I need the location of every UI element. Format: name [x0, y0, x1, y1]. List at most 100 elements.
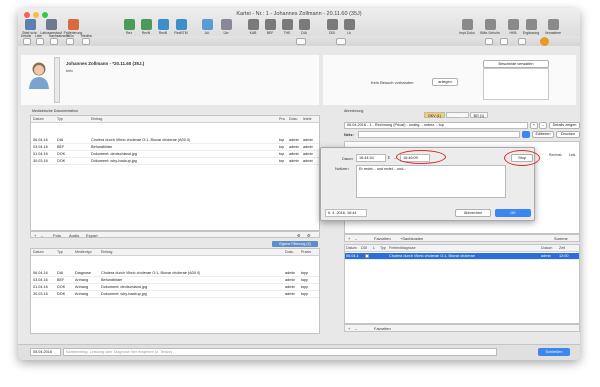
medication-button[interactable] — [82, 38, 90, 45]
load-button[interactable] — [500, 38, 508, 45]
start-time-field[interactable]: 16:44:34 — [356, 154, 386, 162]
tab-gkv[interactable]: GKV (1) — [424, 112, 445, 118]
lcol-doku[interactable]: Doku — [285, 250, 293, 254]
lower-row[interactable]: 01.04.16 DOK Anhang Dokument: deutschland.j… — [31, 284, 319, 291]
stepper-icon[interactable]: ⇕ — [387, 155, 390, 160]
tab-audio[interactable]: Audio — [69, 233, 79, 238]
close-record-button[interactable]: Schließen — [538, 348, 570, 356]
supplement-button[interactable] — [518, 38, 526, 45]
notes-textarea[interactable]: Er redet... und redet... und... — [356, 165, 506, 198]
todo-button[interactable] — [66, 38, 74, 45]
meddoc-row[interactable]: 01.04.16 DOK Dokument: deutschland.jpg top a… — [31, 151, 319, 158]
tab-privat[interactable]: Privat (1) — [445, 112, 469, 118]
info-label: Info — [66, 68, 73, 73]
cancel-button[interactable]: Abbrechen — [455, 209, 491, 217]
filter-icon[interactable]: ⚙ — [307, 233, 311, 238]
user-badge-icon[interactable] — [540, 37, 549, 46]
follow-up-button[interactable] — [50, 38, 58, 45]
lcol-type[interactable]: Typ — [57, 250, 63, 254]
col-type[interactable]: Typ — [57, 117, 63, 121]
patient-side-tab[interactable] — [54, 57, 60, 103]
col-doku[interactable]: Doku — [289, 117, 297, 121]
col-date[interactable]: Datum — [33, 117, 44, 121]
edit-button[interactable]: Editieren — [532, 131, 554, 138]
notices-box[interactable] — [483, 68, 549, 100]
toolbar-button-admin[interactable]: Verwaltere — [542, 19, 564, 35]
remove-diag-button[interactable]: – — [355, 326, 357, 331]
toolbar-button-letter[interactable]: Brief schr. — [19, 19, 41, 35]
dcol-typ[interactable]: Typ — [380, 246, 386, 250]
add-entry-button[interactable]: + — [34, 233, 36, 238]
dcol-ddi[interactable]: DDI — [361, 246, 367, 250]
patient-name: Johannes Zollmann - *20.11.60 (35J.) — [66, 61, 145, 66]
create-visit-button[interactable]: anlegen — [432, 78, 458, 86]
meddoc-row[interactable]: 03.04.16 BEF Befundbilder top admin admin — [31, 144, 319, 151]
tab-favorites[interactable]: Favoriten — [374, 236, 391, 241]
lower-cell-date: 30.03.16 — [33, 292, 48, 297]
lower-row[interactable]: 30.03.16 DOK Anhang Dokument: why-backup.jp… — [31, 292, 319, 299]
toolbar-button-lk[interactable]: Lk — [338, 19, 360, 35]
add-item-button[interactable]: + — [348, 236, 350, 241]
dcol-time[interactable]: Zeit — [559, 246, 565, 250]
datetime-field[interactable]: 6. 4. 2016, 16:44 — [325, 209, 367, 217]
tab-foto[interactable]: Foto — [53, 233, 61, 238]
add-bill-button[interactable]: + — [530, 122, 538, 129]
remove-item-button[interactable]: – — [355, 236, 357, 241]
details-button[interactable] — [23, 38, 31, 45]
remove-entry-button[interactable]: – — [41, 233, 43, 238]
settings-icon[interactable]: ⚙ — [297, 233, 301, 238]
dcol-doku[interactable]: Dokum — [541, 246, 552, 250]
lower-row[interactable]: 06.04.16 DIA Diagnose Cholera durch Vibrio … — [31, 270, 319, 277]
toolbar-button-lab[interactable]: Labosserstauf — [40, 19, 62, 35]
lcol-media[interactable]: Medientyp — [75, 250, 92, 254]
col-last[interactable]: letzte — [303, 117, 312, 121]
prescription-n-icon — [140, 19, 152, 30]
dcol-diag[interactable]: Freitextdiagnose — [389, 246, 416, 250]
toolbar-button-school[interactable]: BMe-Schulm — [479, 19, 501, 35]
entry-date-field[interactable]: 05.04.2016 — [30, 348, 61, 356]
remove-bill-button[interactable]: – — [539, 122, 547, 129]
meddoc-row[interactable]: 30.03.16 DOK Dokument: why-backup.jpg top ad… — [31, 159, 319, 166]
print-button[interactable]: Drucken — [556, 131, 580, 138]
tab-export[interactable]: Export — [86, 233, 98, 238]
toolbar-label: RezB — [158, 31, 168, 35]
new-button[interactable] — [485, 38, 493, 45]
lower-cell-type: DOK — [57, 285, 66, 290]
netz-input[interactable] — [358, 131, 520, 138]
sum-label[interactable]: Summe — [554, 236, 568, 241]
netz-dropdown-button[interactable] — [522, 131, 530, 138]
dcol-l[interactable]: L — [373, 246, 375, 250]
dcol-date[interactable]: Datum — [346, 246, 357, 250]
meddoc-footer: + – Foto Audio Export ⚙ ⚙ — [30, 231, 320, 238]
ddi-checkbox[interactable] — [365, 253, 369, 258]
toolbar-button-star[interactable]: Präferierung — [62, 19, 84, 35]
tab-material-costs[interactable]: +Sachkosten — [400, 236, 423, 241]
ok-button[interactable]: OK — [495, 209, 531, 217]
diag-row[interactable]: 06.04.1 Cholera durch Vibrio cholerae O:… — [345, 253, 579, 260]
tab-bg[interactable]: BG (1) — [469, 112, 489, 118]
col-entry[interactable]: Eintrag — [91, 117, 102, 121]
toolbar-button-transfer[interactable]: Üw — [215, 19, 237, 35]
add-diag-button[interactable]: + — [348, 326, 350, 331]
message-button[interactable] — [336, 38, 346, 45]
statusbar: 05.04.2016 Karteieintrag, Leistung oder … — [18, 344, 580, 360]
toolbar-button-diagnosis[interactable]: DIA — [293, 19, 315, 35]
list-button[interactable] — [36, 38, 44, 45]
manage-notices-button[interactable]: Bescheide verwalten — [483, 60, 549, 68]
bill-select[interactable]: 06.04.2016 - 1 - Rechnung (Privat) - una… — [344, 122, 528, 129]
lower-row[interactable]: 03.04.16 BEF Anhang Befundbilder admin topp — [31, 277, 319, 284]
toolbar-button-vaccine[interactable]: Impf-Doku — [456, 19, 478, 35]
entry-input[interactable]: Karteieintrag, Leistung oder Diagnose hi… — [63, 348, 497, 356]
toolbar-button-prescription-btm[interactable]: RezBTM — [170, 19, 192, 35]
meddoc-row[interactable]: 06.04.16 DIA Cholera durch Vibrio cholerae… — [31, 137, 319, 144]
meddoc-cell-date: 30.03.16 — [33, 159, 48, 164]
filter-badge[interactable]: Eigene Filterung (4) — [272, 241, 318, 247]
details-show-button[interactable]: Details zeigen — [549, 122, 580, 129]
lcol-praxis[interactable]: Praxis — [301, 250, 311, 254]
lcol-date[interactable]: Datum — [33, 250, 44, 254]
lcol-entry[interactable]: Eintrag — [101, 250, 112, 254]
tab-diag-favorites[interactable]: Favoriten — [374, 326, 391, 331]
notes-button[interactable] — [296, 38, 306, 45]
toolbar-button-supplement[interactable]: Ergänzung — [520, 19, 542, 35]
col-pra[interactable]: Pra — [279, 117, 285, 121]
